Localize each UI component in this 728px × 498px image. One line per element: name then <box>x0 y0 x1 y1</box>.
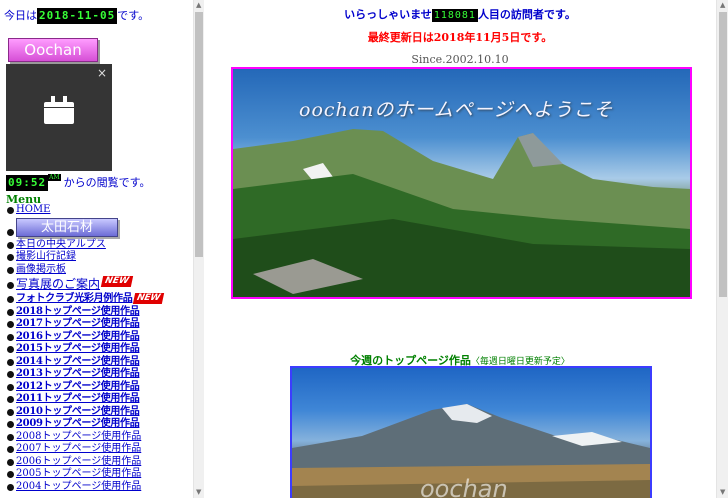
oochan-logo: Oochan <box>8 38 98 62</box>
time-line: 09:52 AM からの閲覧です。 <box>6 174 151 191</box>
menu-item-exhibit[interactable]: 写真展のご案内 NEW <box>6 276 191 293</box>
right-scrollbar[interactable]: ▲ ▼ <box>716 0 728 498</box>
menu-item-2017[interactable]: 2017トップページ使用作品 <box>6 318 191 331</box>
video-player[interactable]: × <box>6 64 112 171</box>
menu-item-2011[interactable]: 2011トップページ使用作品 <box>6 393 191 406</box>
left-scrollbar[interactable]: ▲ ▼ <box>193 0 204 498</box>
menu-item-2015[interactable]: 2015トップページ使用作品 <box>6 343 191 356</box>
time-ampm: AM <box>48 174 61 181</box>
menu-item-alps[interactable]: 本日の中央アルプス <box>6 239 191 252</box>
menu-item-home[interactable]: HOME <box>6 204 191 217</box>
menu-item-bbs[interactable]: 画像掲示板 <box>6 264 191 277</box>
menu-item-2009[interactable]: 2009トップページ使用作品 <box>6 418 191 431</box>
menu-item-2005[interactable]: 2005トップページ使用作品 <box>6 468 191 481</box>
last-updated: 最終更新日は2018年11月5日です。 <box>367 31 553 44</box>
menu-item-2007[interactable]: 2007トップページ使用作品 <box>6 443 191 456</box>
right-frame: いらっしゃいませ 118081 人目の訪問者です。 最終更新日は2018年11月5日… <box>204 0 716 498</box>
menu-item-2013[interactable]: 2013トップページ使用作品 <box>6 368 191 381</box>
welcome-suffix: 人目の訪問者です。 <box>477 8 576 21</box>
tv-icon <box>44 96 74 124</box>
menu-item-2014[interactable]: 2014トップページ使用作品 <box>6 356 191 369</box>
scroll-up-arrow-icon[interactable]: ▲ <box>720 2 725 9</box>
photo-watermark: oochan <box>420 475 508 498</box>
today-suffix: です。 <box>117 9 150 22</box>
new-badge: NEW <box>100 276 133 287</box>
weekly-photo: oochan <box>290 366 652 498</box>
left-frame: 今日は 2018-11-05 です。 Oochan × 09:52 AM からの閲覧です… <box>0 0 193 498</box>
menu-item-ota[interactable]: 太田石材 <box>6 217 191 239</box>
menu-item-2010[interactable]: 2010トップページ使用作品 <box>6 406 191 419</box>
menu-item-2016[interactable]: 2016トップページ使用作品 <box>6 331 191 344</box>
welcome-prefix: いらっしゃいませ <box>344 8 432 21</box>
menu-item-2018[interactable]: 2018トップページ使用作品 <box>6 306 191 319</box>
close-icon[interactable]: × <box>97 66 107 80</box>
exhibit-label[interactable]: 写真展のご案内 <box>16 277 100 291</box>
menu-list: HOME 太田石材 本日の中央アルプス 撮影山行記録 画像掲示板 写真展のご案内… <box>6 204 191 493</box>
photoclub-label[interactable]: フォトクラブ光彩月例作品 <box>16 293 133 304</box>
since-date: Since.2002.10.10 <box>411 53 509 66</box>
ota-sekizai-button[interactable]: 太田石材 <box>16 217 118 237</box>
menu-item-photoclub[interactable]: フォトクラブ光彩月例作品 NEW <box>6 293 191 306</box>
visitor-line: いらっしゃいませ 118081 人目の訪問者です。 <box>204 6 716 22</box>
time-suffix: からの閲覧です。 <box>63 176 151 189</box>
welcome-banner-image: oochanのホームページへようこそ <box>231 67 692 299</box>
today-date-counter: 2018-11-05 <box>37 8 118 24</box>
time-counter: 09:52 <box>6 175 49 191</box>
menu-item-2012[interactable]: 2012トップページ使用作品 <box>6 381 191 394</box>
banner-title: oochanのホームページへようこそ <box>299 99 614 121</box>
menu-item-2004[interactable]: 2004トップページ使用作品 <box>6 481 191 494</box>
new-badge: NEW <box>133 293 165 304</box>
left-scrollbar-thumb[interactable] <box>195 12 203 257</box>
menu-item-2008[interactable]: 2008トップページ使用作品 <box>6 431 191 444</box>
scroll-down-arrow-icon[interactable]: ▼ <box>720 489 725 496</box>
menu-item-2006[interactable]: 2006トップページ使用作品 <box>6 456 191 469</box>
visitor-counter: 118081 <box>431 8 478 22</box>
menu-item-trip[interactable]: 撮影山行記録 <box>6 251 191 264</box>
scroll-down-arrow-icon[interactable]: ▼ <box>196 489 201 496</box>
scroll-up-arrow-icon[interactable]: ▲ <box>196 2 201 9</box>
today-prefix: 今日は <box>4 9 37 22</box>
today-line: 今日は 2018-11-05 です。 <box>4 7 149 24</box>
right-scrollbar-thumb[interactable] <box>719 12 727 297</box>
